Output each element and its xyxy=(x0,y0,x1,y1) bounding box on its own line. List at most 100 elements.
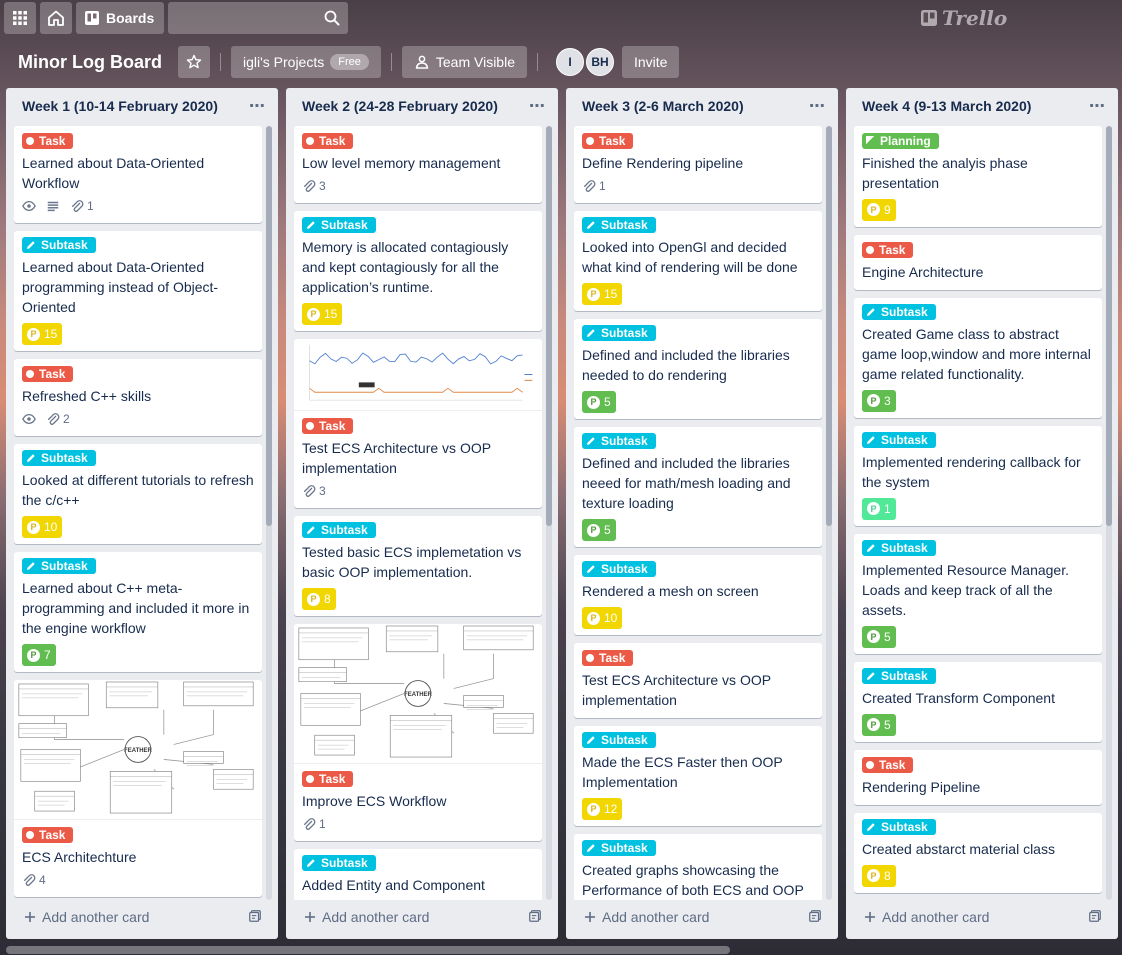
star-icon xyxy=(186,54,202,69)
card-title: Engine Architecture xyxy=(862,263,984,280)
add-card-button[interactable]: Add another card xyxy=(24,909,149,925)
create-from-template-button[interactable] xyxy=(1088,909,1102,926)
list-header[interactable]: Week 1 (10-14 February 2020) ⋯ xyxy=(6,88,278,124)
list-scrollbar-thumb[interactable] xyxy=(826,126,832,526)
card[interactable]: Subtask Created abstarct material class P 8 xyxy=(854,812,1102,893)
list-scrollbar-thumb[interactable] xyxy=(546,126,552,526)
list-menu-icon[interactable]: ⋯ xyxy=(529,96,546,116)
visibility-label: Team Visible xyxy=(435,54,515,70)
card[interactable]: Subtask Created Transform Component P 5 xyxy=(854,661,1102,742)
card[interactable]: Subtask Defined and included the librarie… xyxy=(574,427,822,547)
card[interactable]: Task Refreshed C++ skills 2 xyxy=(14,359,262,436)
list-title[interactable]: Week 2 (24-28 February 2020) xyxy=(302,98,498,114)
card-title: Rendered a mesh on screen xyxy=(582,583,759,599)
card[interactable]: Task Low level memory management 3 xyxy=(294,126,542,203)
attachment-icon xyxy=(22,873,36,887)
points-icon: P xyxy=(867,203,880,216)
card[interactable]: Task Engine Architecture xyxy=(854,234,1102,290)
list-menu-icon[interactable]: ⋯ xyxy=(1089,96,1106,116)
star-board-button[interactable] xyxy=(177,46,210,78)
list-header[interactable]: Week 2 (24-28 February 2020) ⋯ xyxy=(286,88,558,124)
attachments-badge: 3 xyxy=(302,484,326,498)
points-icon: P xyxy=(27,520,40,534)
list-title[interactable]: Week 4 (9-13 March 2020) xyxy=(862,98,1031,114)
add-card-button[interactable]: Add another card xyxy=(304,909,429,925)
add-card-label: Add another card xyxy=(882,909,990,925)
create-from-template-button[interactable] xyxy=(808,909,822,926)
card-template-icon xyxy=(248,909,262,923)
avatar[interactable]: BH xyxy=(586,48,614,76)
list-header[interactable]: Week 3 (2-6 March 2020) ⋯ xyxy=(566,88,838,124)
team-button[interactable]: igli's Projects Free xyxy=(230,46,381,78)
card[interactable]: Subtask Tested basic ECS implemetation vs… xyxy=(294,516,542,616)
trello-logo[interactable]: Trello xyxy=(920,6,1007,30)
card[interactable]: Task Rendering Pipeline xyxy=(854,749,1102,805)
card[interactable]: Subtask Implemented rendering callback fo… xyxy=(854,425,1102,526)
card[interactable]: Task Define Rendering pipeline 1 xyxy=(574,126,822,203)
home-button[interactable] xyxy=(40,2,72,34)
list-header[interactable]: Week 4 (9-13 March 2020) ⋯ xyxy=(846,88,1118,124)
search-field[interactable] xyxy=(168,2,349,34)
add-card-label: Add another card xyxy=(42,909,150,925)
points-value: 15 xyxy=(324,307,338,321)
invite-button[interactable]: Invite xyxy=(622,46,680,78)
list-title[interactable]: Week 1 (10-14 February 2020) xyxy=(22,98,218,114)
points-value: 1 xyxy=(884,501,891,516)
card[interactable]: Task Test ECS Architecture vs OOP impleme… xyxy=(294,339,542,508)
list-scrollbar[interactable] xyxy=(1106,126,1112,900)
card-badges: 2 xyxy=(22,408,254,430)
list-menu-icon[interactable]: ⋯ xyxy=(809,96,826,116)
points-value: 10 xyxy=(44,520,58,534)
label-subtask: Subtask xyxy=(582,325,656,341)
list-title[interactable]: Week 3 (2-6 March 2020) xyxy=(582,98,744,114)
card[interactable]: Subtask Learned about Data-Oriented progr… xyxy=(14,231,262,351)
task-dot-icon xyxy=(26,831,34,839)
create-from-template-button[interactable] xyxy=(248,909,262,926)
card[interactable]: Task Learned about Data-Oriented Workflow… xyxy=(14,126,262,223)
card[interactable]: Subtask Rendered a mesh on screen P 10 xyxy=(574,555,822,635)
add-card-button[interactable]: Add another card xyxy=(584,909,709,925)
search-input[interactable] xyxy=(168,2,349,34)
list-column: Week 1 (10-14 February 2020) ⋯ Task Learned… xyxy=(6,88,278,939)
card[interactable]: Planning Finished the analyis phase prese… xyxy=(854,126,1102,227)
list-scrollbar[interactable] xyxy=(826,126,832,900)
search-icon[interactable] xyxy=(324,10,340,26)
list-scrollbar[interactable] xyxy=(266,126,272,900)
card[interactable]: Subtask Defined and included the librarie… xyxy=(574,319,822,419)
points-value: 5 xyxy=(884,717,891,732)
card[interactable]: Subtask Made the ECS Faster then OOP Impl… xyxy=(574,726,822,826)
card-title: Define Rendering pipeline xyxy=(582,155,744,171)
points-value: 8 xyxy=(884,868,891,883)
card[interactable]: FEATHER Task ECS Architechture 4 xyxy=(14,680,262,897)
avatar[interactable]: I xyxy=(556,48,584,76)
board-horizontal-scrollbar[interactable] xyxy=(6,946,730,954)
list-scrollbar[interactable] xyxy=(546,126,552,900)
card-cover-diagram-image: FEATHER xyxy=(294,624,542,764)
card[interactable]: Subtask Looked at different tutorials to … xyxy=(14,444,262,544)
team-visible-icon xyxy=(415,55,429,69)
card[interactable]: Subtask Looked into OpenGl and decided wh… xyxy=(574,211,822,311)
card[interactable]: Task Test ECS Architecture vs OOP impleme… xyxy=(574,643,822,718)
card[interactable]: Subtask Created Game class to abstract ga… xyxy=(854,297,1102,418)
board-title[interactable]: Minor Log Board xyxy=(18,52,162,73)
create-from-template-button[interactable] xyxy=(528,909,542,926)
story-points-badge: P 15 xyxy=(582,283,623,305)
planning-flag-icon xyxy=(866,136,875,145)
task-dot-icon xyxy=(866,245,874,254)
card[interactable]: Subtask Created graphs showcasing the Per… xyxy=(574,834,822,900)
points-value: 5 xyxy=(884,629,891,644)
list-scrollbar-thumb[interactable] xyxy=(266,126,272,526)
visibility-button[interactable]: Team Visible xyxy=(401,46,527,78)
points-icon: P xyxy=(27,648,40,662)
card[interactable]: FEATHER Task Improve ECS Workflow 1 xyxy=(294,624,542,841)
add-card-button[interactable]: Add another card xyxy=(864,909,989,925)
apps-button[interactable] xyxy=(4,2,36,34)
list-scrollbar-thumb[interactable] xyxy=(1106,126,1112,526)
list-menu-icon[interactable]: ⋯ xyxy=(249,96,266,116)
card[interactable]: Subtask Memory is allocated contagiously … xyxy=(294,211,542,331)
card[interactable]: Subtask Implemented Resource Manager. Loa… xyxy=(854,533,1102,654)
card[interactable]: Subtask Added Entity and Component xyxy=(294,849,542,900)
card[interactable]: Subtask Learned about C++ meta-programmin… xyxy=(14,552,262,672)
attachments-badge: 1 xyxy=(70,199,94,213)
boards-button[interactable]: Boards xyxy=(76,2,165,34)
